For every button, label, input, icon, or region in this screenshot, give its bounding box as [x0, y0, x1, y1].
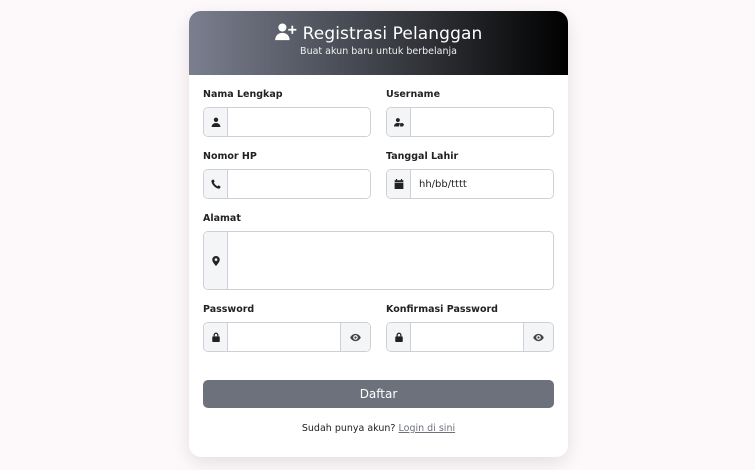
alamat-textarea[interactable] — [228, 232, 553, 289]
alamat-group — [203, 231, 554, 290]
password-label: Password — [203, 304, 255, 315]
user-icon — [204, 108, 228, 136]
form-body: Nama Lengkap Username Nomor HP Tanggal L… — [189, 75, 568, 366]
page-title: Registrasi Pelanggan — [302, 24, 483, 44]
calendar-icon — [387, 170, 411, 198]
daftar-button[interactable]: Daftar — [203, 380, 554, 408]
field-konfirmasi-password: Konfirmasi Password — [386, 304, 554, 352]
alamat-label: Alamat — [203, 213, 241, 224]
tanggal-lahir-input[interactable] — [411, 170, 553, 198]
field-tanggal-lahir: Tanggal Lahir — [386, 151, 554, 199]
page-subtitle: Buat akun baru untuk berbelanja — [300, 46, 457, 57]
lock-icon — [204, 323, 228, 351]
title-row: Registrasi Pelanggan — [189, 23, 568, 45]
konfirmasi-password-input[interactable] — [411, 323, 523, 351]
nomor-hp-label: Nomor HP — [203, 151, 257, 162]
konfirmasi-password-label: Konfirmasi Password — [386, 304, 498, 315]
eye-icon[interactable] — [340, 323, 370, 351]
user-plus-icon — [274, 23, 297, 45]
eye-icon[interactable] — [523, 323, 553, 351]
username-label: Username — [386, 89, 441, 100]
tanggal-lahir-label: Tanggal Lahir — [386, 151, 459, 162]
login-footer: Sudah punya akun? Login di sini — [189, 423, 568, 434]
card-header: Registrasi Pelanggan Buat akun baru untu… — [189, 11, 568, 75]
tanggal-lahir-group — [386, 169, 554, 199]
footer-text: Sudah punya akun? — [301, 423, 396, 434]
konfirmasi-password-group — [386, 322, 554, 352]
username-group — [386, 107, 554, 137]
field-username: Username — [386, 89, 554, 137]
nomor-hp-input[interactable] — [228, 170, 370, 198]
login-link[interactable]: Login di sini — [399, 423, 456, 434]
nama-lengkap-input[interactable] — [228, 108, 370, 136]
nomor-hp-group — [203, 169, 371, 199]
user-tag-icon — [387, 108, 411, 136]
password-input[interactable] — [228, 323, 340, 351]
lock-icon — [387, 323, 411, 351]
field-alamat: Alamat — [203, 213, 554, 290]
field-nama-lengkap: Nama Lengkap — [203, 89, 371, 137]
submit-wrap: Daftar — [189, 380, 568, 408]
field-password: Password — [203, 304, 371, 352]
phone-icon — [204, 170, 228, 198]
field-nomor-hp: Nomor HP — [203, 151, 371, 199]
nama-lengkap-label: Nama Lengkap — [203, 89, 283, 100]
nama-lengkap-group — [203, 107, 371, 137]
username-input[interactable] — [411, 108, 553, 136]
password-group — [203, 322, 371, 352]
map-marker-icon — [204, 232, 228, 289]
registration-card: Registrasi Pelanggan Buat akun baru untu… — [189, 11, 568, 457]
